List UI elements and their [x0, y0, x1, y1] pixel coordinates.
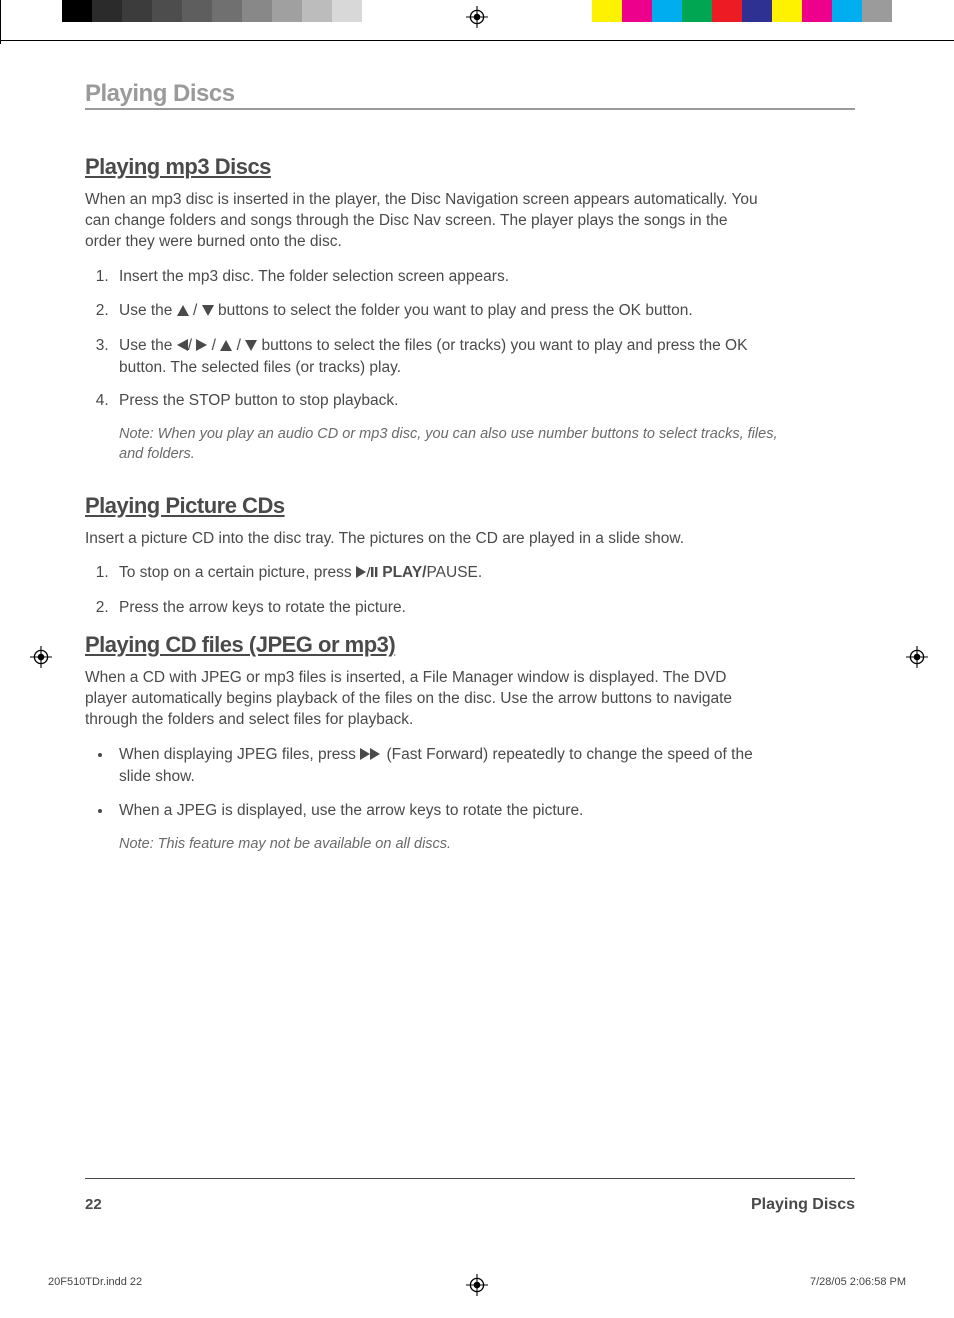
text-fragment: To stop on a certain picture, press [119, 564, 356, 581]
slug-filename: 20F510TDr.indd 22 [48, 1276, 142, 1288]
slug-datetime: 7/28/05 2:06:58 PM [810, 1276, 906, 1288]
color-swatch [652, 0, 682, 22]
separator: / [188, 337, 197, 354]
gray-swatch [122, 0, 152, 22]
page-content: Playing Discs Playing mp3 Discs When an … [85, 80, 855, 882]
section-title-picture-cds: Playing Picture CDs [85, 493, 855, 519]
text-fragment: Use the [119, 302, 177, 319]
up-arrow-icon [177, 302, 189, 323]
step-item: Insert the mp3 disc. The folder selectio… [113, 267, 785, 288]
section-title-mp3: Playing mp3 Discs [85, 154, 855, 180]
color-swatch [622, 0, 652, 22]
color-swatch [832, 0, 862, 22]
separator: / [232, 337, 245, 354]
text-fragment: buttons to select the folder you want to… [214, 302, 693, 319]
step-item: Press the arrow keys to rotate the pictu… [113, 598, 785, 619]
text-fragment: Use the [119, 337, 177, 354]
gray-swatch [242, 0, 272, 22]
color-swatch [712, 0, 742, 22]
section2-steps: To stop on a certain picture, press PLAY… [85, 563, 785, 619]
color-swatch [862, 0, 892, 22]
text-fragment: PAUSE. [426, 564, 482, 581]
left-arrow-icon [177, 337, 188, 358]
chapter-title: Playing Discs [85, 80, 855, 110]
crop-guide [0, 40, 954, 41]
registration-mark-icon [466, 6, 488, 28]
play-pause-icon [356, 564, 378, 585]
separator: / [189, 302, 202, 319]
color-swatch [682, 0, 712, 22]
gray-swatch [272, 0, 302, 22]
registration-mark-icon [30, 646, 52, 668]
gray-swatch [182, 0, 212, 22]
color-swatch [742, 0, 772, 22]
gray-swatch [152, 0, 182, 22]
section1-intro: When an mp3 disc is inserted in the play… [85, 190, 765, 253]
gray-swatch [302, 0, 332, 22]
gray-swatch [212, 0, 242, 22]
down-arrow-icon [245, 337, 257, 358]
step-item: Press the STOP button to stop playback. [113, 391, 785, 412]
step-item: Use the / buttons to select the folder y… [113, 301, 785, 323]
step-item: To stop on a certain picture, press PLAY… [113, 563, 785, 585]
right-arrow-icon [196, 337, 207, 358]
bullet-item: When a JPEG is displayed, use the arrow … [113, 801, 785, 822]
section3-intro: When a CD with JPEG or mp3 files is inse… [85, 668, 765, 731]
bullet-item: When displaying JPEG files, press (Fast … [113, 745, 785, 788]
separator: / [207, 337, 220, 354]
gray-swatch [92, 0, 122, 22]
section3-bullets: When displaying JPEG files, press (Fast … [85, 745, 785, 822]
registration-mark-icon [906, 646, 928, 668]
gray-swatch [62, 0, 92, 22]
section3-note: Note: This feature may not be available … [119, 835, 779, 855]
registration-mark-icon [466, 1274, 488, 1296]
down-arrow-icon [202, 302, 214, 323]
page-number: 22 [85, 1196, 102, 1213]
text-fragment: When displaying JPEG files, press [119, 746, 360, 763]
crop-guide [0, 0, 1, 44]
color-swatch [592, 0, 622, 22]
section2-intro: Insert a picture CD into the disc tray. … [85, 529, 765, 550]
section-title-cd-files: Playing CD files (JPEG or mp3) [85, 632, 855, 658]
up-arrow-icon [220, 337, 232, 358]
color-swatch [802, 0, 832, 22]
section1-steps: Insert the mp3 disc. The folder selectio… [85, 267, 785, 413]
gray-swatch [362, 0, 392, 22]
footer-chapter-label: Playing Discs [751, 1196, 855, 1214]
footer-rule [85, 1178, 855, 1179]
color-swatch [772, 0, 802, 22]
gray-swatch [332, 0, 362, 22]
section1-note: Note: When you play an audio CD or mp3 d… [119, 425, 779, 464]
fast-forward-icon [360, 746, 382, 767]
step-item: Use the / / / buttons to select the file… [113, 336, 785, 379]
text-fragment: PLAY/ [378, 564, 427, 581]
